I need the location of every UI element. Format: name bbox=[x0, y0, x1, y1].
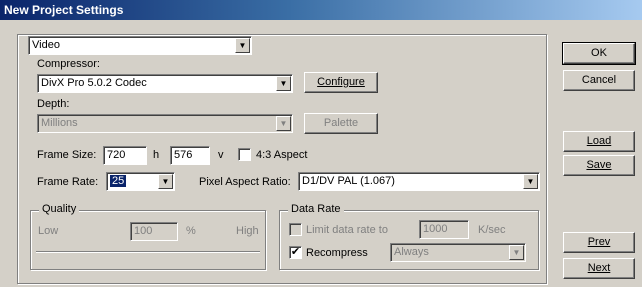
frame-v-label: v bbox=[218, 149, 224, 161]
cancel-button[interactable]: Cancel bbox=[563, 70, 635, 91]
palette-label: Palette bbox=[323, 117, 359, 129]
limit-data-rate-label: Limit data rate to bbox=[306, 224, 388, 236]
palette-button[interactable]: Palette bbox=[304, 113, 378, 134]
quality-title: Quality bbox=[39, 203, 80, 215]
recompress-value: Always bbox=[394, 246, 429, 258]
load-label: Load bbox=[586, 135, 612, 147]
recompress-label: Recompress bbox=[306, 247, 368, 259]
quality-input[interactable]: 100 bbox=[130, 222, 178, 241]
pixel-aspect-value: D1/DV PAL (1.067) bbox=[302, 175, 395, 187]
data-rate-title: Data Rate bbox=[288, 203, 344, 215]
dropdown-arrow-icon: ▼ bbox=[276, 76, 291, 91]
dialog-body: Video ▼ Compressor: DivX Pro 5.0.2 Codec… bbox=[0, 20, 642, 287]
next-button[interactable]: Next bbox=[563, 258, 635, 279]
configure-label: Configure bbox=[317, 76, 365, 88]
limit-data-rate-checkbox[interactable] bbox=[289, 223, 302, 236]
quality-percent-label: % bbox=[186, 225, 196, 237]
recompress-checkbox[interactable]: ✔ bbox=[289, 246, 302, 259]
dropdown-arrow-icon: ▼ bbox=[158, 174, 173, 189]
aspect-4-3-checkbox[interactable] bbox=[238, 148, 251, 161]
compressor-select[interactable]: DivX Pro 5.0.2 Codec ▼ bbox=[37, 74, 293, 93]
depth-select[interactable]: Millions ▼ bbox=[37, 114, 293, 133]
checkmark-icon: ✔ bbox=[290, 246, 301, 258]
dropdown-arrow-icon: ▼ bbox=[235, 38, 250, 53]
cancel-label: Cancel bbox=[581, 74, 617, 86]
frame-width-input[interactable]: 720 bbox=[103, 146, 147, 165]
frame-h-label: h bbox=[153, 149, 160, 161]
pixel-aspect-select[interactable]: D1/DV PAL (1.067) ▼ bbox=[298, 172, 540, 191]
configure-button[interactable]: Configure bbox=[304, 72, 378, 93]
prev-label: Prev bbox=[587, 236, 611, 248]
save-label: Save bbox=[586, 159, 612, 171]
depth-label: Depth: bbox=[37, 98, 70, 110]
limit-data-rate-input[interactable]: 1000 bbox=[419, 220, 469, 239]
window-title: New Project Settings bbox=[0, 0, 642, 20]
compressor-value: DivX Pro 5.0.2 Codec bbox=[41, 77, 147, 89]
frame-rate-value: 25 bbox=[110, 175, 127, 187]
frame-size-label: Frame Size: bbox=[37, 149, 97, 161]
depth-value: Millions bbox=[41, 117, 78, 129]
ok-label: OK bbox=[591, 47, 607, 59]
dropdown-arrow-icon: ▼ bbox=[509, 245, 524, 260]
dropdown-arrow-icon: ▼ bbox=[523, 174, 538, 189]
category-value: Video bbox=[32, 39, 60, 51]
prev-button[interactable]: Prev bbox=[563, 232, 635, 253]
frame-rate-select[interactable]: 25 ▼ bbox=[106, 172, 175, 191]
pixel-aspect-label: Pixel Aspect Ratio: bbox=[199, 176, 291, 188]
load-button[interactable]: Load bbox=[563, 131, 635, 152]
frame-height-input[interactable]: 576 bbox=[170, 146, 210, 165]
quality-slider-track[interactable] bbox=[36, 251, 260, 253]
quality-low-label: Low bbox=[38, 225, 59, 237]
quality-high-label: High bbox=[236, 225, 259, 237]
frame-rate-label: Frame Rate: bbox=[37, 176, 99, 188]
recompress-select[interactable]: Always ▼ bbox=[390, 243, 526, 262]
category-select[interactable]: Video ▼ bbox=[28, 36, 252, 55]
dropdown-arrow-icon: ▼ bbox=[276, 116, 291, 131]
limit-unit-label: K/sec bbox=[478, 224, 506, 236]
compressor-label: Compressor: bbox=[37, 58, 100, 70]
save-button[interactable]: Save bbox=[563, 155, 635, 176]
aspect-4-3-label: 4:3 Aspect bbox=[256, 149, 308, 161]
ok-button[interactable]: OK bbox=[562, 42, 636, 65]
next-label: Next bbox=[587, 262, 611, 274]
